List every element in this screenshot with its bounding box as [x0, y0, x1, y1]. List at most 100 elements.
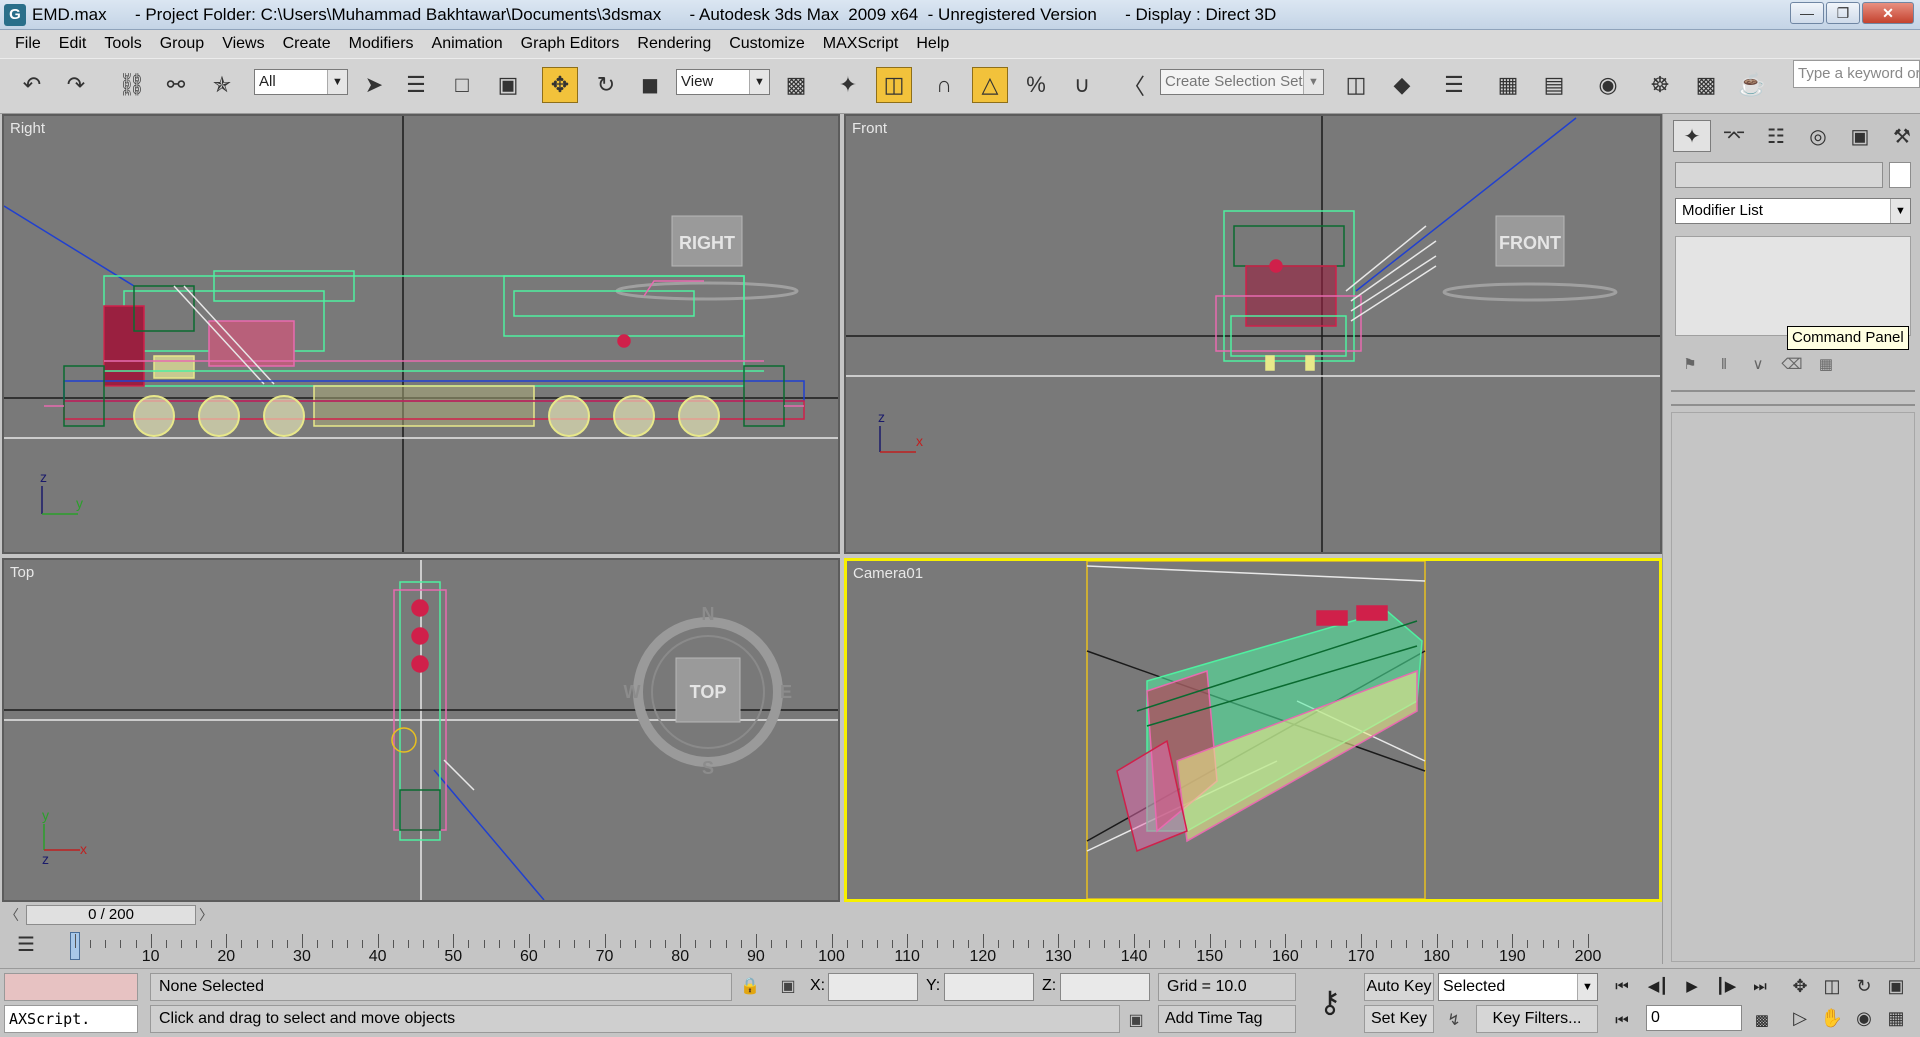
menu-edit[interactable]: Edit [50, 30, 96, 58]
object-name-field[interactable] [1675, 162, 1883, 188]
walk-through-icon[interactable]: ◉ [1850, 1005, 1878, 1031]
field-of-view-icon[interactable]: ▷ [1786, 1005, 1814, 1031]
selection-filter-dropdown[interactable]: All ▼ [254, 69, 348, 95]
rendered-frame-window-icon[interactable]: ▩ [1688, 67, 1724, 103]
configure-modifier-sets-icon[interactable]: ▦ [1811, 351, 1841, 377]
keyboard-shortcut-override-icon[interactable]: ◫ [876, 67, 912, 103]
pan-icon[interactable]: ✋ [1818, 1005, 1846, 1031]
time-slider-thumb[interactable]: 0 / 200 [26, 905, 196, 925]
select-and-scale-icon[interactable]: ◼ [632, 67, 668, 103]
make-unique-icon[interactable]: ∨ [1743, 351, 1773, 377]
select-and-link-icon[interactable]: ⛓ [114, 67, 150, 103]
hierarchy-tab-icon[interactable]: ☷ [1757, 120, 1795, 152]
curve-editor-icon[interactable]: ▤ [1536, 67, 1572, 103]
zoom-extents-all-icon[interactable]: ▣ [1882, 973, 1910, 999]
viewport-front[interactable]: Front FRONT z x [844, 114, 1662, 554]
chevron-right-icon[interactable]: 〉 [196, 906, 216, 924]
restore-icon[interactable]: ❐ [1826, 2, 1860, 24]
percent-snap-icon[interactable]: % [1018, 67, 1054, 103]
angle-snap-icon[interactable]: △ [972, 67, 1008, 103]
set-key-icon[interactable]: ⚷ [1306, 979, 1354, 1027]
play-icon[interactable]: ▶ [1678, 975, 1706, 999]
menu-views[interactable]: Views [213, 30, 273, 58]
orbit-icon[interactable]: ↻ [1850, 973, 1878, 999]
menu-help[interactable]: Help [907, 30, 958, 58]
key-filters-button[interactable]: Key Filters... [1476, 1005, 1598, 1033]
modify-tab-icon[interactable]: ⌤ [1715, 120, 1753, 152]
render-teapot-icon[interactable]: ☕ [1734, 67, 1770, 103]
chevron-left-icon[interactable]: 〈 [2, 906, 22, 924]
lock-icon[interactable]: 🔒 [738, 975, 762, 999]
set-key-button[interactable]: Set Key [1364, 1005, 1434, 1033]
create-tab-icon[interactable]: ✦ [1673, 120, 1711, 152]
menu-customize[interactable]: Customize [720, 30, 814, 58]
go-to-start-icon[interactable]: ⏮ [1608, 975, 1636, 999]
app-icon[interactable]: G [4, 3, 26, 26]
viewport-camera[interactable]: Camera01 [844, 558, 1662, 902]
current-frame-field[interactable]: 0 [1646, 1005, 1742, 1031]
close-icon[interactable]: ✕ [1862, 2, 1914, 24]
pin-stack-icon[interactable]: ⚑ [1675, 351, 1705, 377]
auto-key-button[interactable]: Auto Key [1364, 973, 1434, 1001]
x-coordinate-field[interactable] [828, 973, 918, 1001]
modifier-stack[interactable] [1675, 236, 1911, 336]
select-and-rotate-icon[interactable]: ↻ [588, 67, 624, 103]
zoom-all-icon[interactable]: ◫ [1818, 973, 1846, 999]
minimize-icon[interactable]: — [1790, 2, 1824, 24]
rectangular-selection-icon[interactable]: □ [444, 67, 480, 103]
search-input[interactable]: Type a keyword or [1793, 60, 1920, 88]
redo-icon[interactable]: ↷ [58, 67, 94, 103]
select-object-icon[interactable]: ➤ [356, 67, 392, 103]
open-mini-curve-editor-icon[interactable]: ☰ [12, 932, 40, 958]
previous-frame-icon[interactable]: ◀┃ [1644, 975, 1672, 999]
time-tag-icon[interactable]: ▣ [1124, 1009, 1148, 1033]
pivot-center-icon[interactable]: ▩ [778, 67, 814, 103]
material-editor-icon[interactable]: ◉ [1590, 67, 1626, 103]
unlink-selection-icon[interactable]: ⚯ [158, 67, 194, 103]
utilities-tab-icon[interactable]: ⚒ [1883, 120, 1920, 152]
menu-group[interactable]: Group [151, 30, 213, 58]
maxscript-mini-listener[interactable]: AXScript. [4, 1005, 138, 1033]
mirror-icon[interactable]: ◫ [1338, 67, 1374, 103]
snaps-toggle-icon[interactable]: ∩ [926, 67, 962, 103]
edit-named-selection-icon[interactable]: 〈 [1116, 67, 1152, 103]
y-coordinate-field[interactable] [944, 973, 1034, 1001]
bind-to-space-warp-icon[interactable]: ✯ [204, 67, 240, 103]
window-crossing-icon[interactable]: ▣ [490, 67, 526, 103]
default-tangents-icon[interactable]: ↯ [1442, 1009, 1466, 1033]
render-setup-icon[interactable]: ☸ [1642, 67, 1678, 103]
menu-graph-editors[interactable]: Graph Editors [512, 30, 629, 58]
absolute-mode-icon[interactable]: ▣ [776, 975, 800, 999]
undo-icon[interactable]: ↶ [14, 67, 50, 103]
graphite-modeling-icon[interactable]: ▦ [1490, 67, 1526, 103]
maxscript-listener-output[interactable] [4, 973, 138, 1001]
named-selection-dropdown[interactable]: Create Selection Set ▼ [1160, 69, 1324, 95]
object-color-swatch[interactable] [1889, 162, 1911, 188]
menu-tools[interactable]: Tools [95, 30, 150, 58]
track-bar[interactable]: ☰ 10 20 30 40 50 60 70 80 90 100 110 120 130 140 150 16… [0, 928, 1662, 968]
maximize-viewport-icon[interactable]: ▦ [1882, 1005, 1910, 1031]
remove-modifier-icon[interactable]: ⌫ [1777, 351, 1807, 377]
motion-tab-icon[interactable]: ◎ [1799, 120, 1837, 152]
time-slider[interactable]: 〈 0 / 200 〉 [0, 904, 1662, 926]
select-and-move-icon[interactable]: ✥ [542, 67, 578, 103]
next-frame-icon[interactable]: ┃▶ [1712, 975, 1740, 999]
go-to-end-icon[interactable]: ⏭ [1746, 975, 1774, 999]
menu-file[interactable]: File [6, 30, 50, 58]
viewport-right[interactable]: Right RIGHT z y [2, 114, 840, 554]
spinner-snap-icon[interactable]: ∪ [1064, 67, 1100, 103]
menu-maxscript[interactable]: MAXScript [814, 30, 908, 58]
key-mode-toggle-icon[interactable]: ⏮ [1608, 1009, 1636, 1033]
menu-create[interactable]: Create [274, 30, 340, 58]
layer-manager-icon[interactable]: ☰ [1436, 67, 1472, 103]
align-icon[interactable]: ◆ [1384, 67, 1420, 103]
key-set-dropdown[interactable]: Selected ▼ [1438, 973, 1598, 1001]
display-tab-icon[interactable]: ▣ [1841, 120, 1879, 152]
show-end-result-icon[interactable]: ‖ [1709, 351, 1739, 377]
time-configuration-icon[interactable]: ▩ [1748, 1009, 1776, 1033]
add-time-tag[interactable]: Add Time Tag [1158, 1005, 1296, 1033]
zoom-icon[interactable]: ✥ [1786, 973, 1814, 999]
menu-rendering[interactable]: Rendering [628, 30, 720, 58]
viewport-top[interactable]: Top TOP N E S W y z x [2, 558, 840, 902]
select-and-manipulate-icon[interactable]: ✦ [830, 67, 866, 103]
